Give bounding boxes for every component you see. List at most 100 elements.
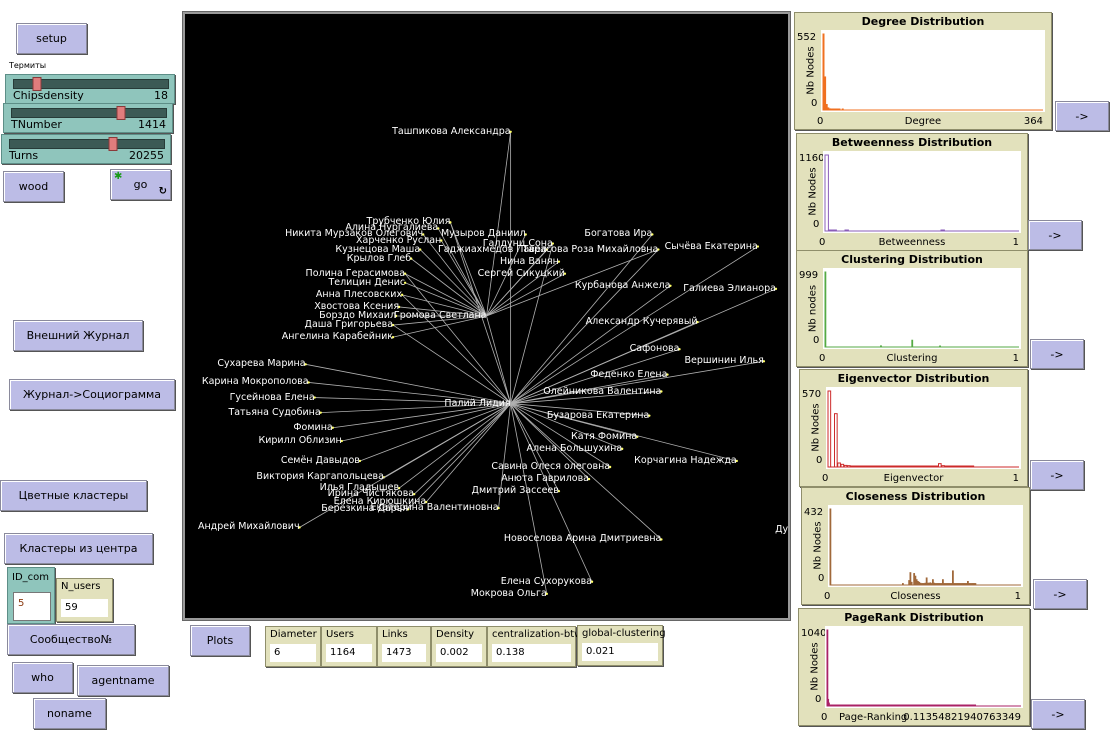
histogram-bar	[967, 465, 971, 468]
histogram-bar	[919, 582, 922, 586]
histogram-bar	[863, 465, 867, 468]
histogram-bar	[843, 464, 848, 468]
noname-button[interactable]: noname	[33, 698, 106, 729]
monitor-links: Links 1473	[377, 626, 431, 667]
monitor-global-clustering: global-clustering 0.021	[577, 625, 666, 666]
histogram-bar	[960, 583, 963, 586]
histogram-bar	[965, 583, 968, 586]
histogram-bar	[824, 154, 829, 232]
clusters-center-button[interactable]: Кластеры из центра	[4, 533, 153, 564]
histogram-bar	[889, 465, 893, 468]
go-button[interactable]: ✱ go ↻	[110, 169, 171, 200]
slider-thumb[interactable]	[108, 137, 118, 151]
node-label: Ангелина Карабейник	[281, 330, 394, 342]
network-link	[392, 324, 511, 404]
x-axis-label: Closeness	[890, 591, 941, 602]
setup-button[interactable]: setup	[16, 23, 87, 54]
histogram-bar	[902, 465, 906, 468]
who-label: who	[31, 671, 54, 684]
betweenness-arrow-button[interactable]: ->	[1028, 220, 1082, 250]
histogram-bar	[873, 465, 877, 468]
x-max-label: 364	[1023, 116, 1043, 127]
histogram-bar	[974, 583, 977, 586]
wood-button[interactable]: wood	[3, 171, 64, 202]
histogram-bar	[963, 583, 966, 586]
hub-label: Палий Лидия	[444, 397, 511, 409]
node-label: Анюта Гаврилова	[501, 472, 589, 484]
who-button[interactable]: who	[12, 662, 73, 693]
agentname-button[interactable]: agentname	[77, 665, 169, 696]
histogram-bar	[962, 583, 964, 586]
monitor-diameter: Diameter 6	[265, 626, 321, 667]
x-axis-label: Eigenvector	[883, 473, 944, 484]
slider-track[interactable]	[11, 106, 167, 120]
node-label: Александр Кучерявый	[585, 315, 698, 327]
histogram-bar	[921, 465, 926, 468]
closeness-distribution-plot: Closeness Distribution 432 0 Nb Nodes 0 …	[801, 487, 1030, 605]
histogram-bar	[834, 413, 838, 468]
y-axis-label: Nb Nodes	[810, 403, 822, 452]
setup-label: setup	[36, 32, 67, 45]
histogram-bar	[840, 463, 845, 468]
histogram-bar	[918, 465, 923, 468]
id-com-field[interactable]: 5	[13, 592, 51, 621]
histogram-bar	[972, 583, 974, 586]
external-journal-label: Внешний Журнал	[26, 329, 130, 342]
histogram-bar	[892, 465, 897, 468]
monitor-label: Diameter	[270, 629, 317, 640]
histogram-bar	[969, 583, 972, 586]
plots-button[interactable]: Plots	[190, 625, 250, 656]
community-button[interactable]: Сообщество№	[7, 624, 135, 655]
slider-track[interactable]	[13, 77, 169, 91]
histogram-bar	[949, 583, 952, 586]
histogram-bar	[959, 583, 962, 586]
histogram-bar	[944, 465, 949, 468]
slider-thumb[interactable]	[116, 106, 126, 120]
histogram-bar	[964, 465, 968, 468]
histogram-bar	[953, 583, 956, 586]
chipsdensity-slider[interactable]: Chipsdensity 18	[5, 74, 175, 104]
histogram-bar	[957, 465, 962, 468]
journal-sociogram-button[interactable]: Журнал->Социограмма	[9, 379, 175, 410]
clustering-arrow-button[interactable]: ->	[1030, 339, 1084, 369]
turns-slider[interactable]: Turns 20255	[1, 134, 171, 164]
monitor-value: 0.002	[436, 644, 482, 662]
pagerank-distribution-plot: PageRank Distribution 1040 0 Nb Nodes 0 …	[798, 608, 1030, 726]
network-view[interactable]: Ташпикова Александра Никита Мурзаков Олег…	[182, 11, 791, 621]
external-journal-button[interactable]: Внешний Журнал	[13, 320, 143, 351]
closeness-arrow-button[interactable]: ->	[1033, 579, 1087, 609]
agentname-label: agentname	[91, 674, 155, 687]
histogram-bar	[938, 583, 941, 586]
histogram-bar	[908, 580, 911, 586]
histogram-bar	[902, 583, 904, 586]
pagerank-arrow-button[interactable]: ->	[1031, 699, 1085, 729]
node-label: Сычёва Екатерина	[664, 240, 758, 252]
histogram-bar	[942, 579, 944, 586]
node-label: Катя Фомина	[571, 430, 638, 442]
node-label: Дуб	[775, 524, 789, 536]
degree-arrow-button[interactable]: ->	[1055, 101, 1109, 131]
histogram	[826, 629, 1021, 707]
node-label: Бузарова Екатерина	[546, 409, 650, 421]
node-label: Трубченко Юлия	[366, 216, 451, 228]
histogram-bar	[923, 583, 926, 586]
histogram-bar	[830, 108, 833, 111]
histogram-bar	[879, 465, 884, 468]
x-max-label: 1	[1012, 237, 1019, 248]
group-label: Термиты	[9, 61, 47, 70]
histogram-bar	[970, 465, 975, 468]
id-com-input[interactable]: ID_com 5	[7, 567, 55, 624]
histogram-bar	[913, 573, 916, 586]
node-label: Анна Плесовских	[315, 288, 403, 300]
x-axis-label: Degree	[904, 116, 942, 127]
color-clusters-button[interactable]: Цветные кластеры	[0, 480, 147, 511]
y-axis-label: Nb Nodes	[805, 46, 817, 95]
eigenvector-arrow-button[interactable]: ->	[1030, 460, 1084, 490]
monitor-label: Users	[326, 629, 355, 640]
tnumber-slider[interactable]: TNumber 1414	[3, 103, 173, 133]
network-link	[510, 403, 548, 594]
slider-track[interactable]	[9, 137, 165, 151]
node-label: Олейникова Валентина	[543, 385, 662, 397]
histogram-bar	[917, 580, 919, 586]
go-label: go	[133, 178, 148, 191]
